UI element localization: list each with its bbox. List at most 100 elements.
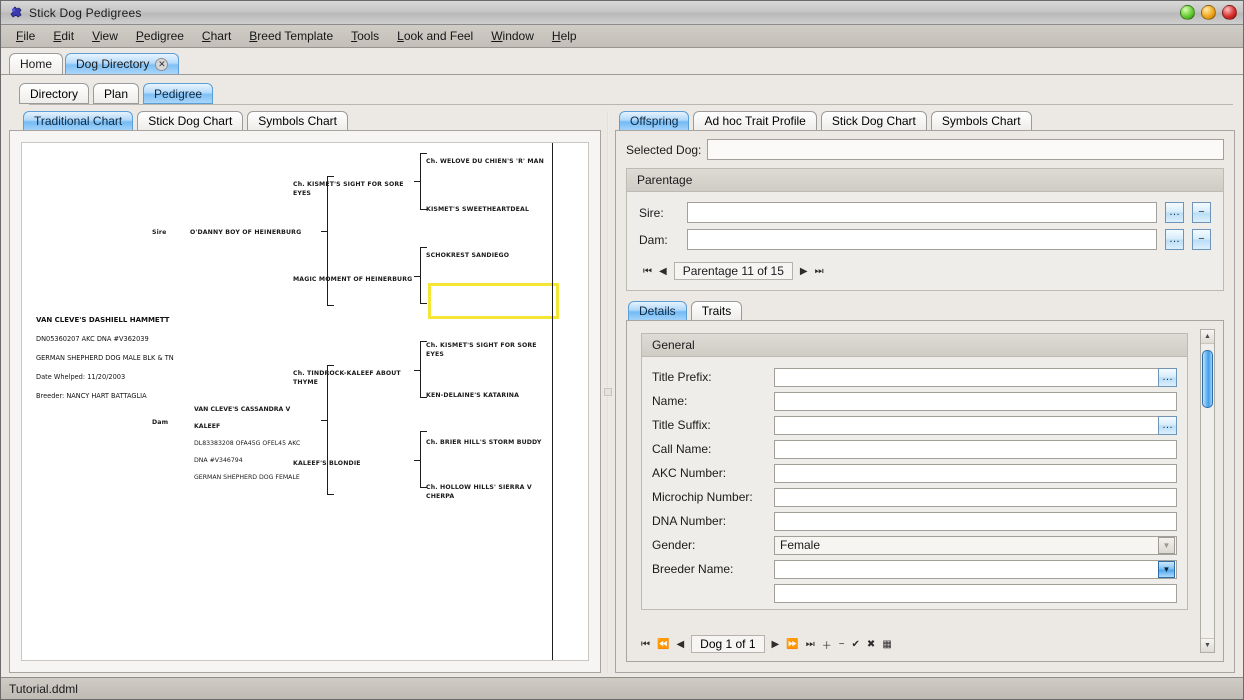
record-grid-icon[interactable]: ▦ xyxy=(882,639,891,650)
pedigree-gen4-5[interactable]: KEN-DELAINE'S KATARINA xyxy=(426,391,551,400)
splitter-grip-icon[interactable] xyxy=(604,388,612,396)
record-cancel-icon[interactable]: ✖ xyxy=(867,639,875,650)
parentage-next-icon[interactable]: ▶ xyxy=(800,266,808,277)
tab-traits[interactable]: Traits xyxy=(690,301,743,321)
tab-directory[interactable]: Directory xyxy=(19,83,90,104)
minimize-button[interactable] xyxy=(1180,5,1195,20)
tab-traditional-chart[interactable]: Traditional Chart xyxy=(23,111,134,131)
details-vertical-scrollbar[interactable]: ▲ ▼ xyxy=(1200,329,1215,653)
pedigree-gen3-1[interactable]: MAGIC MOMENT OF HEINERBURG xyxy=(293,275,423,284)
tab-symbols-chart[interactable]: Symbols Chart xyxy=(247,111,348,131)
akc-number-input[interactable] xyxy=(774,463,1177,483)
scroll-thumb[interactable] xyxy=(1202,350,1213,408)
field-row-partial xyxy=(652,581,1177,605)
document-tab-dog-directory[interactable]: Dog Directory ✕ xyxy=(65,53,180,74)
title-prefix-input[interactable] xyxy=(774,367,1159,387)
tab-pedigree[interactable]: Pedigree xyxy=(143,83,214,104)
parentage-last-icon[interactable]: ⏭ xyxy=(815,266,824,277)
microchip-number-input[interactable] xyxy=(774,487,1177,507)
partial-input[interactable] xyxy=(774,583,1177,603)
parentage-prev-icon[interactable]: ◀ xyxy=(659,266,667,277)
menu-tools[interactable]: Tools xyxy=(342,26,388,46)
menu-edit[interactable]: Edit xyxy=(44,26,83,46)
title-prefix-ellipsis-button[interactable]: … xyxy=(1158,367,1177,387)
pedigree-gen4-1[interactable]: KISMET'S SWEETHEARTDEAL xyxy=(426,205,551,214)
status-bar: Tutorial.ddml xyxy=(1,677,1243,699)
dna-number-input[interactable] xyxy=(774,511,1177,531)
title-suffix-ellipsis-button[interactable]: … xyxy=(1158,415,1177,435)
scroll-up-icon[interactable]: ▲ xyxy=(1201,330,1214,344)
document-tab-home[interactable]: Home xyxy=(9,53,64,74)
pedigree-subject-name: VAN CLEVE'S DASHIELL HAMMETT xyxy=(36,316,170,325)
parentage-sire-input[interactable] xyxy=(687,202,1157,223)
menu-view[interactable]: View xyxy=(83,26,127,46)
tab-details[interactable]: Details xyxy=(628,301,687,321)
parentage-sire-browse-button[interactable]: … xyxy=(1165,202,1184,223)
parentage-group: Parentage Sire: … − Dam: … − ⏮ ◀ Parenta… xyxy=(626,168,1224,291)
title-suffix-label: Title Suffix: xyxy=(652,418,711,432)
tab-right-symbols-chart[interactable]: Symbols Chart xyxy=(930,111,1032,131)
menu-help[interactable]: Help xyxy=(543,26,586,46)
call-name-input[interactable] xyxy=(774,439,1177,459)
record-commit-icon[interactable]: ✔ xyxy=(852,639,860,650)
record-prev-page-icon[interactable]: ⏪ xyxy=(657,639,669,650)
name-input[interactable] xyxy=(774,391,1177,411)
menu-pedigree[interactable]: Pedigree xyxy=(127,26,193,46)
record-add-icon[interactable]: ＋ xyxy=(822,637,832,652)
menu-tools-rest: ools xyxy=(357,29,380,43)
scroll-down-icon[interactable]: ▼ xyxy=(1201,638,1214,652)
menu-file[interactable]: File xyxy=(7,26,44,46)
pedigree-sire-label: Sire xyxy=(152,229,167,236)
record-next-page-icon[interactable]: ⏩ xyxy=(786,639,798,650)
maximize-button[interactable] xyxy=(1201,5,1216,20)
chevron-down-icon[interactable]: ▼ xyxy=(1158,536,1175,554)
record-first-icon[interactable]: ⏮ xyxy=(641,639,650,650)
tab-symbols-chart-label: Symbols Chart xyxy=(258,114,337,128)
close-button[interactable] xyxy=(1222,5,1237,20)
parentage-dam-browse-button[interactable]: … xyxy=(1165,229,1184,250)
parentage-dam-clear-button[interactable]: − xyxy=(1192,229,1211,250)
record-last-icon[interactable]: ⏭ xyxy=(806,639,815,650)
pedigree-subject-block[interactable]: VAN CLEVE'S DASHIELL HAMMETT DN05360207 … xyxy=(36,307,174,410)
pedigree-sire-name[interactable]: O'DANNY BOY OF HEINERBURG xyxy=(190,228,365,237)
tab-offspring[interactable]: Offspring xyxy=(619,111,690,131)
pedigree-gen3-3[interactable]: KALEEF'S BLONDIE xyxy=(293,459,418,468)
menu-breed-template[interactable]: Breed Template xyxy=(240,26,342,46)
breeder-name-combo[interactable]: ▼ xyxy=(774,559,1177,579)
title-suffix-input[interactable] xyxy=(774,415,1159,435)
tab-plan[interactable]: Plan xyxy=(93,83,140,104)
record-remove-icon[interactable]: − xyxy=(839,639,845,650)
close-icon[interactable]: ✕ xyxy=(155,57,169,71)
parentage-first-icon[interactable]: ⏮ xyxy=(643,266,652,277)
selected-dog-input[interactable] xyxy=(707,139,1224,160)
menu-view-rest: iew xyxy=(99,29,118,43)
parentage-sire-clear-button[interactable]: − xyxy=(1192,202,1211,223)
pedigree-gen3-0[interactable]: Ch. KISMET'S SIGHT FOR SORE EYES xyxy=(293,180,418,198)
pedigree-gen4-7[interactable]: Ch. HOLLOW HILLS' SIERRA V CHERPA xyxy=(426,483,551,501)
tab-right-stick-dog-chart[interactable]: Stick Dog Chart xyxy=(820,111,927,131)
pedigree-gen4-3-selected[interactable] xyxy=(428,283,559,319)
menu-pedigree-rest: edigree xyxy=(143,29,184,43)
chevron-down-icon[interactable]: ▼ xyxy=(1158,560,1175,578)
record-next-icon[interactable]: ▶ xyxy=(772,639,780,650)
menu-window[interactable]: Window xyxy=(482,26,543,46)
pedigree-bracket-g3-1 xyxy=(420,247,427,304)
tab-stick-dog-chart[interactable]: Stick Dog Chart xyxy=(137,111,244,131)
pedigree-gen4-2[interactable]: SCHOKREST SANDIEGO xyxy=(426,251,551,260)
menu-look-and-feel[interactable]: Look and Feel xyxy=(388,26,482,46)
pedigree-gen4-4[interactable]: Ch. KISMET'S SIGHT FOR SORE EYES xyxy=(426,341,551,359)
menu-chart[interactable]: Chart xyxy=(193,26,240,46)
gender-combo[interactable]: Female ▼ xyxy=(774,535,1177,555)
pedigree-gen4-0[interactable]: Ch. WELOVE DU CHIEN'S 'R' MAN xyxy=(426,157,551,166)
parentage-dam-input[interactable] xyxy=(687,229,1157,250)
pedigree-tick-sire xyxy=(321,231,327,232)
menu-help-rest: elp xyxy=(560,29,577,43)
pedigree-dam-block[interactable]: VAN CLEVE'S CASSANDRA V KALEEF DL8338320… xyxy=(194,397,329,491)
tab-ad-hoc-trait-profile[interactable]: Ad hoc Trait Profile xyxy=(693,111,817,131)
pedigree-gen4-6[interactable]: Ch. BRIER HILL'S STORM BUDDY xyxy=(426,438,551,447)
pane-splitter[interactable] xyxy=(601,111,615,673)
record-prev-icon[interactable]: ◀ xyxy=(676,639,684,650)
pedigree-chart-canvas[interactable]: VAN CLEVE'S DASHIELL HAMMETT DN05360207 … xyxy=(21,142,589,661)
pedigree-right-rule xyxy=(552,143,553,660)
pedigree-gen3-2[interactable]: Ch. TINDROCK-KALEEF ABOUT THYME xyxy=(293,369,418,387)
